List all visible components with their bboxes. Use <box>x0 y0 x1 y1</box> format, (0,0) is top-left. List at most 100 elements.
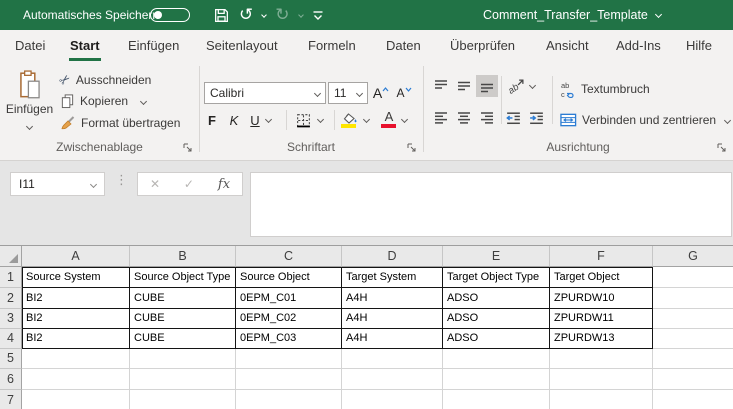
fill-color-dropdown-icon[interactable] <box>363 116 370 123</box>
font-size-select[interactable]: 11 <box>328 82 368 104</box>
column-header-f[interactable]: F <box>550 246 653 267</box>
ribbon-tab-seitenlayout[interactable]: Seitenlayout <box>206 30 278 62</box>
cell-d2[interactable]: A4H <box>342 288 443 309</box>
cell-b4[interactable]: CUBE <box>130 329 236 349</box>
column-header-a[interactable]: A <box>22 246 130 267</box>
select-all-button[interactable] <box>0 246 22 267</box>
insert-function-icon[interactable]: fx <box>218 177 230 192</box>
merge-dropdown-icon[interactable] <box>724 116 731 123</box>
cell-f5[interactable] <box>550 349 653 369</box>
cell-e6[interactable] <box>443 369 550 390</box>
cell-e5[interactable] <box>443 349 550 369</box>
ribbon-tab-add-ins[interactable]: Add-Ins <box>616 30 661 62</box>
cell-e4[interactable]: ADSO <box>443 329 550 349</box>
column-header-g[interactable]: G <box>653 246 733 267</box>
cell-g6[interactable] <box>653 369 733 390</box>
ribbon-tab-datei[interactable]: Datei <box>15 30 45 62</box>
undo-icon[interactable]: ↺ <box>239 7 253 24</box>
ribbon-tab-formeln[interactable]: Formeln <box>308 30 356 62</box>
cell-e3[interactable]: ADSO <box>443 309 550 329</box>
font-color-button[interactable]: A <box>378 108 400 130</box>
cell-b2[interactable]: CUBE <box>130 288 236 309</box>
column-header-d[interactable]: D <box>342 246 443 267</box>
cut-button[interactable]: ✂ Ausschneiden <box>60 71 151 89</box>
cell-f1[interactable]: Target Object <box>550 267 653 288</box>
column-header-b[interactable]: B <box>130 246 236 267</box>
bold-button[interactable]: F <box>202 109 222 131</box>
customize-quick-access-icon[interactable] <box>312 10 324 21</box>
cell-d1[interactable]: Target System <box>342 267 443 288</box>
ribbon-tab--berpr-fen[interactable]: Überprüfen <box>450 30 515 62</box>
cell-f2[interactable]: ZPURDW10 <box>550 288 653 309</box>
cell-e7[interactable] <box>443 390 550 409</box>
cell-c3[interactable]: 0EPM_C02 <box>236 309 342 329</box>
cell-b5[interactable] <box>130 349 236 369</box>
cell-f6[interactable] <box>550 369 653 390</box>
cell-b7[interactable] <box>130 390 236 409</box>
row-header-4[interactable]: 4 <box>0 329 22 349</box>
cell-c2[interactable]: 0EPM_C01 <box>236 288 342 309</box>
align-middle-button[interactable] <box>453 75 475 97</box>
increase-font-size-button[interactable]: A <box>370 82 392 104</box>
cell-c4[interactable]: 0EPM_C03 <box>236 329 342 349</box>
cell-d5[interactable] <box>342 349 443 369</box>
font-color-dropdown-icon[interactable] <box>401 116 408 123</box>
font-dialog-launcher-icon[interactable] <box>406 142 417 153</box>
italic-button[interactable]: K <box>224 109 244 131</box>
borders-button[interactable] <box>292 109 314 131</box>
align-left-button[interactable] <box>430 107 452 129</box>
document-title[interactable]: Comment_Transfer_Template <box>483 0 661 30</box>
alignment-dialog-launcher-icon[interactable] <box>716 142 727 153</box>
format-painter-button[interactable]: Format übertragen <box>60 114 180 132</box>
align-top-button[interactable] <box>430 75 452 97</box>
underline-dropdown-icon[interactable] <box>265 116 272 123</box>
cell-a5[interactable] <box>22 349 130 369</box>
decrease-indent-button[interactable] <box>502 107 524 129</box>
cell-d4[interactable]: A4H <box>342 329 443 349</box>
copy-dropdown-icon[interactable] <box>140 97 147 104</box>
name-box[interactable]: I11 <box>10 172 105 196</box>
cell-a2[interactable]: BI2 <box>22 288 130 309</box>
increase-indent-button[interactable] <box>525 107 547 129</box>
cell-d3[interactable]: A4H <box>342 309 443 329</box>
cell-g5[interactable] <box>653 349 733 369</box>
row-header-3[interactable]: 3 <box>0 309 22 329</box>
cell-a1[interactable]: Source System <box>22 267 130 288</box>
clipboard-dialog-launcher-icon[interactable] <box>182 142 193 153</box>
row-header-1[interactable]: 1 <box>0 267 22 288</box>
wrap-text-button[interactable]: ab c Textumbruch <box>560 80 650 98</box>
cell-e2[interactable]: ADSO <box>443 288 550 309</box>
cell-a4[interactable]: BI2 <box>22 329 130 349</box>
orientation-dropdown-icon[interactable] <box>529 82 536 89</box>
cell-d7[interactable] <box>342 390 443 409</box>
cell-b1[interactable]: Source Object Type <box>130 267 236 288</box>
ribbon-tab-hilfe[interactable]: Hilfe <box>686 30 712 62</box>
copy-button[interactable]: Kopieren <box>60 92 146 110</box>
cell-a6[interactable] <box>22 369 130 390</box>
row-header-7[interactable]: 7 <box>0 390 22 409</box>
cell-g2[interactable] <box>653 288 733 309</box>
cell-g7[interactable] <box>653 390 733 409</box>
cell-b6[interactable] <box>130 369 236 390</box>
cell-b3[interactable]: CUBE <box>130 309 236 329</box>
cell-f7[interactable] <box>550 390 653 409</box>
underline-button[interactable]: U <box>246 109 264 131</box>
cell-d6[interactable] <box>342 369 443 390</box>
cell-f3[interactable]: ZPURDW11 <box>550 309 653 329</box>
undo-dropdown-icon[interactable] <box>261 12 267 18</box>
ribbon-tab-einf-gen[interactable]: Einfügen <box>128 30 179 62</box>
cell-g1[interactable] <box>653 267 733 288</box>
paste-dropdown-icon[interactable] <box>26 123 33 130</box>
cell-f4[interactable]: ZPURDW13 <box>550 329 653 349</box>
cell-c1[interactable]: Source Object <box>236 267 342 288</box>
cell-c7[interactable] <box>236 390 342 409</box>
font-name-select[interactable]: Calibri <box>204 82 326 104</box>
borders-dropdown-icon[interactable] <box>317 116 324 123</box>
cell-a7[interactable] <box>22 390 130 409</box>
autosave-toggle[interactable] <box>150 8 190 22</box>
formula-input[interactable] <box>250 172 732 237</box>
cell-a3[interactable]: BI2 <box>22 309 130 329</box>
ribbon-tab-start[interactable]: Start <box>70 30 100 62</box>
cell-g4[interactable] <box>653 329 733 349</box>
row-header-6[interactable]: 6 <box>0 369 22 390</box>
